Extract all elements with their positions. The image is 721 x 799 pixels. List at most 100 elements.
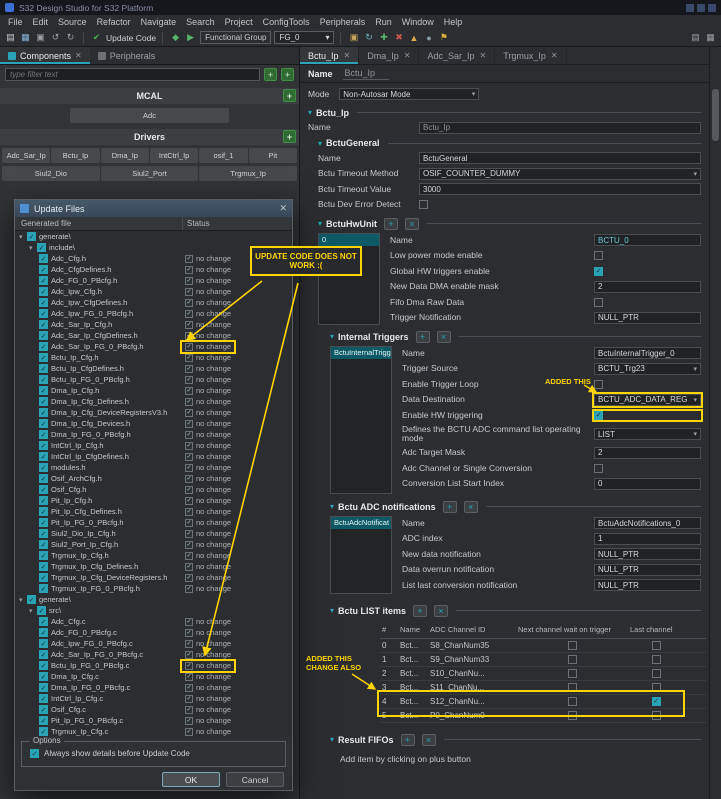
tree-file-row[interactable]: Adc_Sar_Ip_FG_0_PBcfg.c ✓no change — [15, 649, 292, 660]
file-checkbox[interactable] — [39, 419, 48, 428]
scrollbar[interactable] — [709, 47, 721, 799]
text-input[interactable]: NULL_PTR — [594, 311, 701, 324]
close-icon[interactable]: ✕ — [75, 51, 82, 60]
tree-file-row[interactable]: Dma_Ip_FG_0_PBcfg.h ✓no change — [15, 429, 292, 440]
text-input[interactable]: 2 — [594, 280, 701, 293]
tree-file-row[interactable]: Adc_FG_0_PBcfg.c ✓no change — [15, 627, 292, 638]
tree-file-row[interactable]: Adc_CfgDefines.h ✓no change — [15, 264, 292, 275]
expand-all-button[interactable]: + — [264, 68, 277, 81]
scrollbar-thumb[interactable] — [712, 89, 719, 141]
tree-file-row[interactable]: Bctu_Ip_FG_0_PBcfg.h ✓no change — [15, 374, 292, 385]
checkbox[interactable] — [651, 696, 661, 706]
close-icon[interactable]: ✕ — [279, 203, 287, 214]
tree-file-row[interactable]: Trgmux_Ip_Cfg_DeviceRegisters.h ✓no chang… — [15, 572, 292, 583]
select[interactable]: BCTU_Trg23 ▾ — [594, 362, 701, 375]
tree-file-row[interactable]: Dma_Ip_Cfg_Devices.h ✓no change — [15, 418, 292, 429]
table-row[interactable]: 4 Bct... S12_ChanNu... — [380, 695, 706, 709]
always-show-checkbox[interactable] — [30, 749, 39, 758]
tree-file-row[interactable]: Adc_Cfg.h ✓no change — [15, 253, 292, 264]
tree-file-row[interactable]: Pit_Ip_FG_0_PBcfg.h ✓no change — [15, 517, 292, 528]
file-checkbox[interactable] — [39, 342, 48, 351]
text-input[interactable]: Bctu_Ip — [419, 121, 701, 134]
list-item[interactable]: BctuInternalTrigg — [331, 346, 391, 359]
checkbox[interactable] — [651, 668, 661, 678]
name-value[interactable]: Bctu_Ip — [342, 68, 390, 80]
editor-tab-adc-sar-ip[interactable]: Adc_Sar_Ip ✕ — [419, 47, 496, 64]
new-file-icon[interactable]: ▤ — [4, 31, 17, 44]
cancel-button[interactable]: Cancel — [226, 772, 284, 787]
tree-file-row[interactable]: Pit_Ip_Cfg_Defines.h ✓no change — [15, 506, 292, 517]
section-result-fifos[interactable]: ▾ Result FIFOs + × — [330, 731, 709, 749]
tab-components[interactable]: Components ✕ — [0, 47, 90, 64]
text-input[interactable]: 3000 — [419, 183, 701, 196]
file-checkbox[interactable] — [39, 584, 48, 593]
component-siul2-dio[interactable]: Siul2_Dio — [2, 166, 100, 181]
tree-file-row[interactable]: IntCtrl_Ip_Cfg.c ✓no change — [15, 693, 292, 704]
file-checkbox[interactable] — [39, 463, 48, 472]
text-input[interactable]: BctuGeneral — [419, 152, 701, 165]
menu-search[interactable]: Search — [186, 17, 215, 27]
dialog-title-bar[interactable]: Update Files ✕ — [15, 200, 292, 217]
tree-file-row[interactable]: Osif_Cfg.h ✓no change — [15, 484, 292, 495]
select[interactable]: BCTU_ADC_DATA_REG ▾ — [594, 393, 701, 406]
tree-file-row[interactable]: Adc_Ipw_Cfg.h ✓no change — [15, 286, 292, 297]
tree-file-row[interactable]: Dma_Ip_Cfg_Defines.h ✓no change — [15, 396, 292, 407]
tree-file-row[interactable]: Adc_Sar_Ip_FG_0_PBcfg.h ✓no change — [15, 339, 292, 354]
remove-button[interactable]: × — [463, 500, 478, 513]
menu-configtools[interactable]: ConfigTools — [263, 17, 310, 27]
tree-folder-row[interactable]: ▾ include\ — [15, 242, 292, 253]
redo-icon[interactable]: ↻ — [64, 31, 77, 44]
add-button[interactable]: + — [413, 604, 428, 617]
menu-refactor[interactable]: Refactor — [97, 17, 131, 27]
section-internal-triggers[interactable]: ▾ Internal Triggers + × — [330, 328, 709, 346]
editor-tab-dma-ip[interactable]: Dma_Ip ✕ — [359, 47, 420, 64]
file-checkbox[interactable] — [39, 617, 48, 626]
file-checkbox[interactable] — [39, 496, 48, 505]
file-checkbox[interactable] — [39, 573, 48, 582]
add-button[interactable]: + — [442, 500, 457, 513]
checkbox[interactable] — [567, 696, 577, 706]
tree-file-row[interactable]: Trgmux_Ip_Cfg_Defines.h ✓no change — [15, 561, 292, 572]
checkbox[interactable] — [594, 379, 603, 389]
tree-folder-row[interactable]: ▾ generate\ — [15, 231, 292, 242]
menu-navigate[interactable]: Navigate — [141, 17, 177, 27]
tree-file-row[interactable]: Adc_Sar_Ip_Cfg.h ✓no change — [15, 319, 292, 330]
add-mcal-button[interactable]: + — [283, 89, 296, 102]
clocks-tool-icon[interactable]: ↻ — [362, 31, 375, 44]
checkbox[interactable] — [651, 654, 661, 664]
tab-peripherals[interactable]: Peripherals — [90, 47, 164, 64]
tree-file-row[interactable]: Siul2_Port_Ip_Cfg.h ✓no change — [15, 539, 292, 550]
checkbox[interactable] — [651, 640, 661, 650]
select[interactable]: OSIF_COUNTER_DUMMY ▾ — [419, 167, 701, 180]
section-bctu-list-items[interactable]: ▾ Bctu LIST items + × — [330, 602, 709, 620]
table-row[interactable]: 2 Bct... S10_ChanNu... — [380, 667, 706, 681]
component-adc[interactable]: Adc — [70, 108, 229, 123]
layout-icon[interactable]: ▦ — [704, 31, 717, 44]
checkbox[interactable] — [419, 200, 428, 210]
save-icon[interactable]: ▦ — [19, 31, 32, 44]
checkbox[interactable] — [594, 410, 603, 420]
debug-icon[interactable]: ◆ — [169, 31, 182, 44]
select[interactable]: LIST ▾ — [594, 428, 701, 440]
add-driver-button[interactable]: + — [283, 130, 296, 143]
checkbox[interactable] — [594, 266, 603, 276]
list-item[interactable]: BctuAdcNotificat — [331, 516, 391, 529]
minimize-icon[interactable] — [686, 3, 694, 12]
add-button[interactable]: + — [415, 330, 430, 343]
file-checkbox[interactable] — [39, 562, 48, 571]
menu-help[interactable]: Help — [444, 17, 463, 27]
pins-tool-icon[interactable]: ▣ — [347, 31, 360, 44]
tree-file-row[interactable]: Osif_ArchCfg.h ✓no change — [15, 473, 292, 484]
file-checkbox[interactable] — [39, 397, 48, 406]
tree-file-row[interactable]: modules.h ✓no change — [15, 462, 292, 473]
tree-file-row[interactable]: Adc_Ipw_FG_0_PBcfg.h ✓no change — [15, 308, 292, 319]
tree-file-row[interactable]: Adc_Cfg.c ✓no change — [15, 616, 292, 627]
file-checkbox[interactable] — [27, 595, 36, 604]
tree-file-row[interactable]: Dma_Ip_FG_0_PBcfg.c ✓no change — [15, 682, 292, 693]
file-checkbox[interactable] — [39, 309, 48, 318]
checkbox[interactable] — [651, 710, 661, 720]
column-generated-file[interactable]: Generated file — [15, 219, 71, 228]
add-button[interactable]: + — [384, 217, 399, 230]
file-checkbox[interactable] — [39, 485, 48, 494]
file-checkbox[interactable] — [39, 716, 48, 725]
